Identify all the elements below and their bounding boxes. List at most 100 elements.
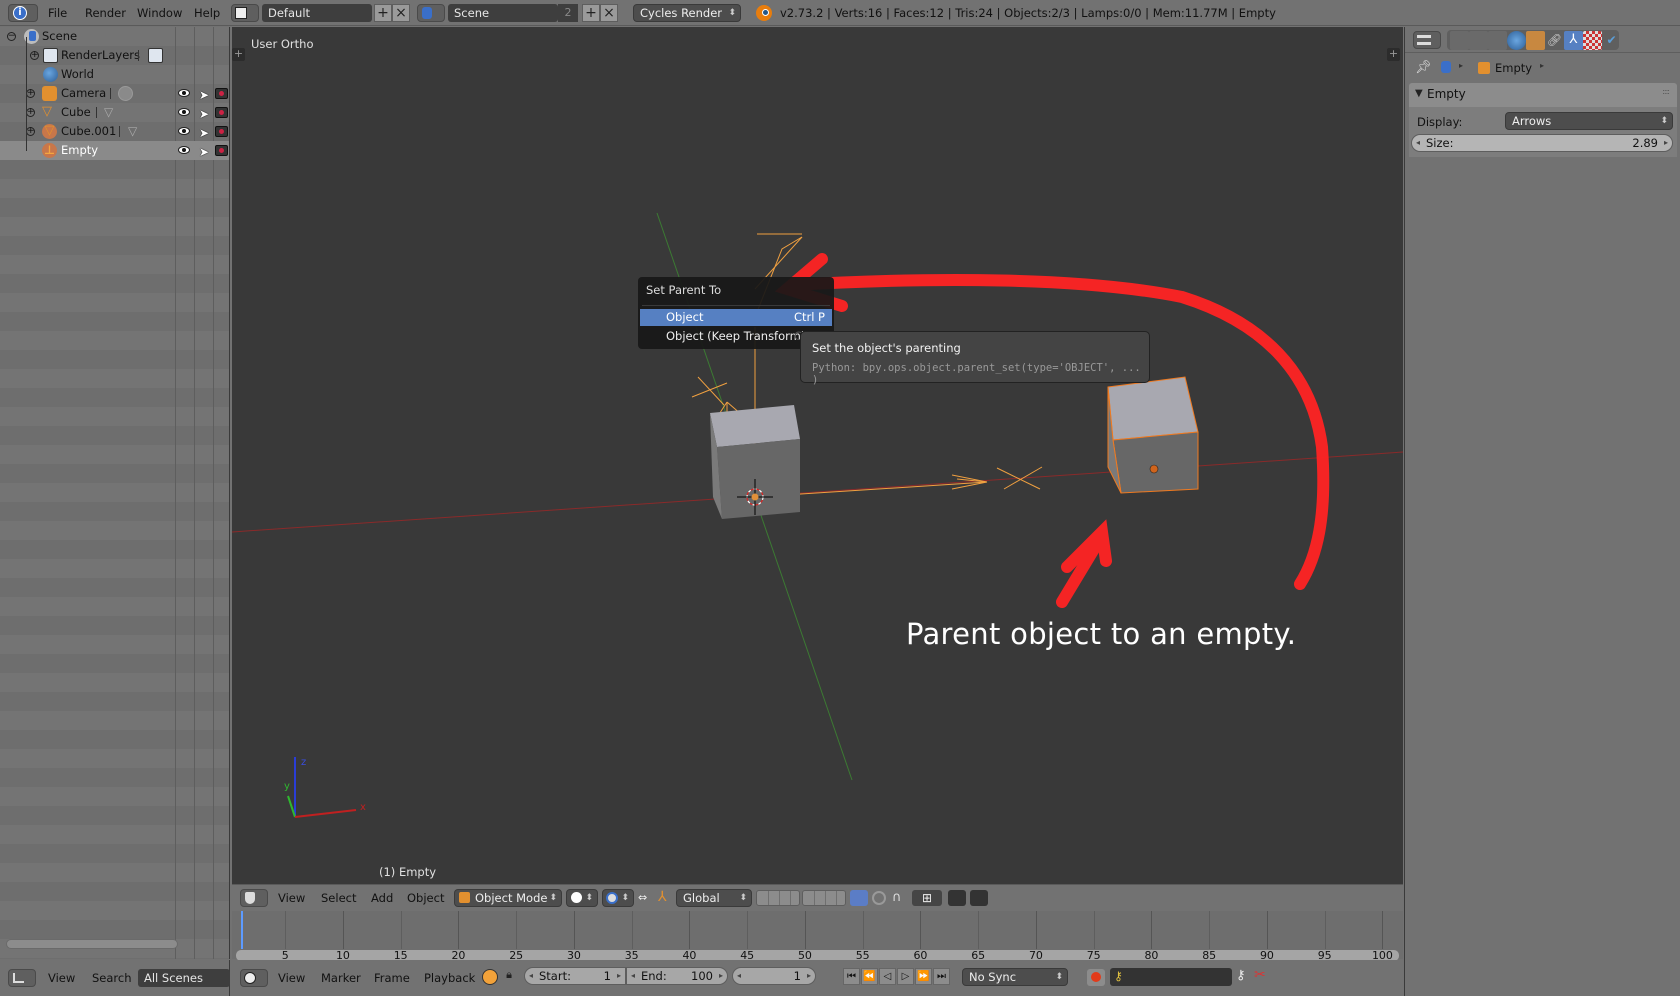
render-context-tab[interactable]	[1450, 31, 1469, 50]
mesh-data-icon[interactable]: ▽	[128, 124, 143, 139]
menu-help[interactable]: Help	[194, 0, 220, 26]
timeline-area[interactable]: 5 10 15 20 25 30 35 40 45 50 55 60 65 70 75 80 85 90 95 100	[232, 911, 1403, 962]
play-reverse-button[interactable]: ◁	[879, 968, 896, 985]
lock-camera-layers-icon[interactable]	[850, 890, 868, 906]
constraints-context-tab[interactable]: 🔗︎	[1545, 31, 1564, 50]
menu-render[interactable]: Render	[85, 0, 126, 26]
selectable-cursor-icon[interactable]: ➤	[199, 143, 209, 162]
delete-screen-button[interactable]: ×	[392, 4, 410, 22]
render-camera-icon[interactable]	[215, 107, 228, 118]
preview-range-icon[interactable]	[482, 969, 498, 985]
insert-keyframe-icon[interactable]: ⚷	[1236, 968, 1246, 983]
object-data-context-tab[interactable]: ⅄	[1564, 31, 1583, 50]
pin-icon[interactable]: 📌︎	[1415, 60, 1432, 75]
menu-item-object[interactable]: Object Ctrl P	[640, 309, 832, 326]
jump-to-end-button[interactable]: ⏭	[933, 968, 950, 985]
layer-buttons-group-1[interactable]	[756, 890, 800, 906]
empty-size-field[interactable]: ◂ Size: 2.89 ▸	[1411, 134, 1673, 152]
delete-scene-button[interactable]: ×	[600, 4, 618, 22]
jump-to-keyframe-prev-button[interactable]: ⏪	[861, 968, 878, 985]
timeline-menu-playback[interactable]: Playback	[424, 965, 475, 991]
empty-display-type-dropdown[interactable]: Arrows ⬍	[1505, 112, 1673, 130]
timeline-menu-frame[interactable]: Frame	[374, 965, 410, 991]
outliner-item-renderlayers[interactable]: + RenderLayers	[0, 46, 229, 65]
object-context-tab[interactable]	[1526, 31, 1545, 50]
outliner-item-world[interactable]: World	[0, 65, 229, 84]
viewport-shading-dropdown[interactable]: ⬍	[566, 889, 598, 907]
manipulator-toggle-icon[interactable]: ⇔	[638, 891, 647, 904]
editor-type-3d-view-button[interactable]	[240, 889, 268, 907]
properties-region-toggle-button[interactable]: +	[1387, 48, 1400, 61]
toolshelf-toggle-button[interactable]: +	[232, 48, 245, 61]
render-camera-icon[interactable]	[215, 88, 228, 99]
add-scene-button[interactable]: +	[582, 4, 600, 22]
editor-type-outliner-button[interactable]	[8, 969, 36, 987]
end-frame-field[interactable]: ◂ End: 100 ▸	[626, 967, 728, 985]
menu-object[interactable]: Object	[407, 885, 444, 911]
menu-select[interactable]: Select	[321, 885, 356, 911]
physics-context-tab[interactable]: ✔	[1602, 31, 1621, 50]
expand-icon[interactable]: +	[30, 51, 39, 60]
opengl-render-image-icon[interactable]	[948, 890, 966, 906]
outliner-item-camera[interactable]: + Camera ➤	[0, 84, 229, 103]
drag-handle-icon[interactable]: ::::	[1662, 87, 1670, 96]
sync-mode-dropdown[interactable]: No Sync ⬍	[962, 968, 1068, 986]
snap-element-dropdown[interactable]: ⊞	[912, 890, 942, 906]
3d-viewport[interactable]: User Ortho + + z y x (1) Empty Set Paren…	[232, 27, 1403, 884]
proportional-edit-icon[interactable]	[872, 891, 886, 905]
timeline-menu-view[interactable]: View	[278, 965, 305, 991]
screen-layout-field[interactable]: Default	[262, 4, 372, 22]
outliner-scrollbar[interactable]	[6, 939, 178, 949]
visibility-eye-icon[interactable]	[178, 89, 190, 97]
play-button[interactable]: ▷	[897, 968, 914, 985]
layer-buttons-group-2[interactable]	[802, 890, 846, 906]
opengl-render-animation-icon[interactable]	[970, 890, 988, 906]
transform-orientation-dropdown[interactable]: Global ⬍	[676, 889, 752, 907]
outliner-menu-search[interactable]: Search	[92, 965, 132, 991]
timeline-menu-marker[interactable]: Marker	[321, 965, 361, 991]
delete-keyframe-icon[interactable]: ✂	[1254, 967, 1266, 983]
scene-context-tab[interactable]	[1488, 31, 1507, 50]
jump-to-keyframe-next-button[interactable]: ⏩	[915, 968, 932, 985]
outliner-item-cube[interactable]: + ▽ Cube ▽ ➤	[0, 103, 229, 122]
scene-icon-button[interactable]	[417, 4, 445, 22]
editor-type-properties-button[interactable]	[1413, 31, 1441, 49]
editor-type-timeline-button[interactable]	[240, 969, 268, 987]
expand-icon[interactable]: +	[26, 108, 35, 117]
keying-set-field[interactable]: ⚷	[1110, 968, 1232, 986]
add-screen-button[interactable]: +	[374, 4, 392, 22]
outliner-item-scene[interactable]: − Scene	[0, 27, 229, 46]
interaction-mode-dropdown[interactable]: Object Mode ⬍	[454, 889, 562, 907]
outliner-menu-view[interactable]: View	[48, 965, 75, 991]
outliner-item-empty[interactable]: ⊥ Empty ➤	[0, 141, 229, 160]
auto-keying-record-button[interactable]	[1087, 969, 1105, 986]
visibility-eye-icon[interactable]	[178, 127, 190, 135]
menu-view[interactable]: View	[278, 885, 305, 911]
screen-layout-icon-button[interactable]	[231, 4, 259, 22]
collapse-icon[interactable]: −	[7, 32, 16, 41]
visibility-eye-icon[interactable]	[178, 108, 190, 116]
visibility-eye-icon[interactable]	[178, 146, 190, 154]
lock-icon[interactable]: 🔒︎	[502, 968, 516, 985]
mesh-data-icon[interactable]: ▽	[104, 105, 119, 120]
expand-icon[interactable]: +	[26, 127, 35, 136]
menu-add[interactable]: Add	[371, 885, 393, 911]
render-camera-icon[interactable]	[215, 126, 228, 137]
expand-icon[interactable]: +	[26, 89, 35, 98]
world-context-tab[interactable]	[1507, 31, 1526, 50]
start-frame-field[interactable]: ◂ Start: 1 ▸	[524, 967, 626, 985]
transform-manipulator-icon[interactable]: ⅄	[658, 889, 667, 905]
menu-window[interactable]: Window	[137, 0, 182, 26]
texture-context-tab[interactable]	[1583, 31, 1602, 50]
editor-type-info-button[interactable]: i	[8, 4, 38, 22]
snap-magnet-icon[interactable]: ∩	[892, 890, 910, 906]
outliner-display-mode-dropdown[interactable]: All Scenes	[138, 969, 230, 987]
render-engine-dropdown[interactable]: Cycles Render ⬍	[633, 4, 741, 22]
current-frame-indicator[interactable]	[241, 911, 243, 949]
menu-file[interactable]: File	[48, 0, 67, 26]
render-camera-icon[interactable]	[215, 145, 228, 156]
current-frame-field[interactable]: ◂ 1 ▸	[732, 967, 816, 985]
pivot-point-dropdown[interactable]: ⬍	[602, 889, 634, 907]
render-layers-context-tab[interactable]	[1469, 31, 1488, 50]
jump-to-start-button[interactable]: ⏮	[843, 968, 860, 985]
